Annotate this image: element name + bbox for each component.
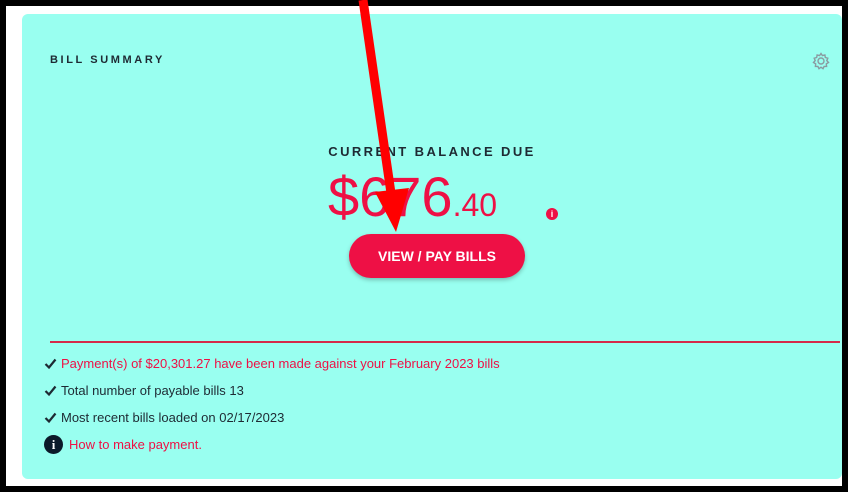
window-frame: BILL SUMMARY CURRENT BALANCE DUE $676.40… [6,6,842,486]
check-icon [44,412,57,424]
bills-loaded-text: Most recent bills loaded on 02/17/2023 [61,410,285,425]
payable-bills-line: Total number of payable bills 13 [44,377,500,404]
payable-bills-text: Total number of payable bills 13 [61,383,244,398]
check-icon [44,358,57,370]
help-line: i How to make payment. [44,431,500,458]
balance-dollars: $676 [328,165,453,228]
view-pay-bills-button[interactable]: VIEW / PAY BILLS [349,234,525,278]
balance-amount: $676.40 [328,162,497,232]
balance-label: CURRENT BALANCE DUE [328,144,536,159]
balance-cents: .40 [452,187,498,223]
check-icon [44,385,57,397]
balance-info-icon[interactable]: i [546,208,558,220]
info-circle-icon: i [44,435,63,454]
gear-icon[interactable] [811,51,831,71]
payment-info-line: Payment(s) of $20,301.27 have been made … [44,350,500,377]
divider [50,341,840,343]
bills-loaded-line: Most recent bills loaded on 02/17/2023 [44,404,500,431]
card-title: BILL SUMMARY [50,54,165,66]
payment-info-text: Payment(s) of $20,301.27 have been made … [61,356,500,371]
how-to-make-payment-link[interactable]: How to make payment. [69,437,202,452]
bill-info-list: Payment(s) of $20,301.27 have been made … [44,350,500,458]
